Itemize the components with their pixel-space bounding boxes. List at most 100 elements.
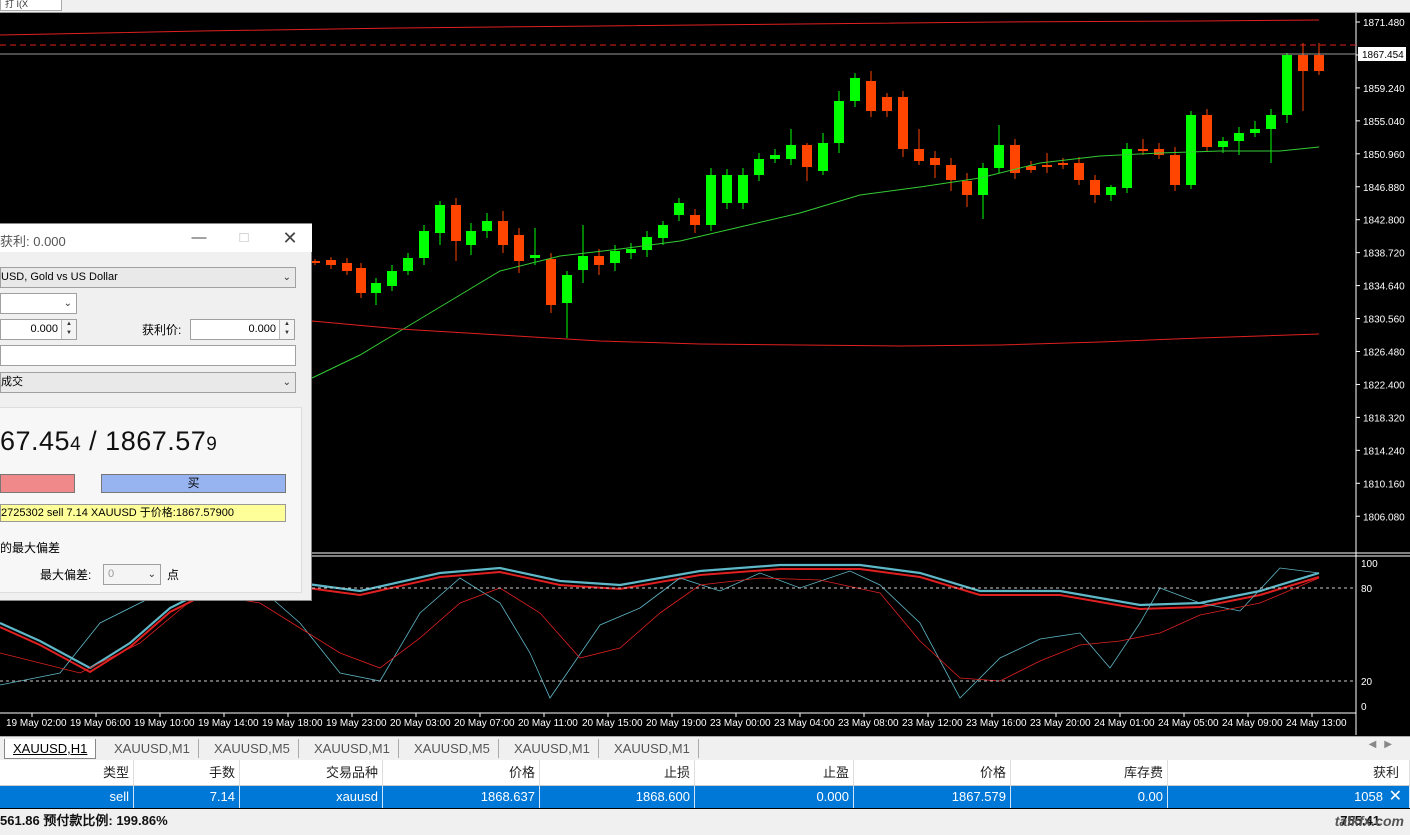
- type-select[interactable]: 成交 ⌄: [0, 372, 296, 393]
- candle-body: [419, 231, 429, 258]
- price-axis-label: 1806.080: [1363, 512, 1405, 523]
- time-axis-label: 19 May 02:00: [6, 718, 67, 729]
- dialog-titlebar: 获利: 0.000 — □ ✕: [0, 224, 312, 252]
- time-axis-label: 19 May 18:00: [262, 718, 323, 729]
- column-header[interactable]: 价格: [383, 760, 540, 785]
- candle-body: [326, 260, 336, 265]
- deviation-unit: 点: [167, 568, 180, 582]
- osc-axis-label: 0: [1361, 702, 1367, 713]
- price-axis-label: 1810.160: [1363, 479, 1405, 490]
- deviation-select[interactable]: 0 ⌄: [103, 564, 161, 585]
- table-cell: sell: [0, 786, 134, 808]
- time-axis-label: 23 May 08:00: [838, 718, 899, 729]
- top-tab-fragment[interactable]: 打 I(X: [0, 0, 62, 11]
- maximize-icon[interactable]: □: [233, 228, 255, 248]
- candle-body: [530, 255, 540, 258]
- takeprofit-spinner[interactable]: ▲ ▼: [279, 320, 294, 339]
- table-cell: 7.14: [134, 786, 240, 808]
- candle-body: [1202, 115, 1212, 147]
- candle-body: [562, 275, 572, 303]
- tab-chart[interactable]: XAUUSD,H1: [4, 739, 97, 759]
- candle-body: [882, 97, 892, 111]
- dialog-title: 获利: 0.000: [0, 234, 66, 249]
- stoploss-input[interactable]: 0.000 ▲ ▼: [0, 319, 77, 340]
- price-axis-label: 1822.400: [1363, 380, 1405, 391]
- price-axis-label: 1834.640: [1363, 282, 1405, 293]
- candle-body: [1282, 55, 1292, 115]
- tab-chart[interactable]: XAUUSD,M5: [406, 739, 499, 758]
- price-separator: /: [81, 426, 106, 456]
- column-header[interactable]: 获利: [1168, 760, 1410, 785]
- column-header[interactable]: 止损: [540, 760, 695, 785]
- takeprofit-input[interactable]: 0.000 ▲ ▼: [190, 319, 295, 340]
- candle-body: [1074, 163, 1084, 180]
- candle-body: [451, 205, 461, 241]
- candle-body: [578, 256, 588, 270]
- column-header[interactable]: 价格: [854, 760, 1011, 785]
- symbol-select[interactable]: USD, Gold vs US Dollar ⌄: [0, 267, 296, 288]
- column-header[interactable]: 手数: [134, 760, 240, 785]
- price-axis-label: 1859.240: [1363, 84, 1405, 95]
- stoploss-spinner[interactable]: ▲ ▼: [61, 320, 76, 339]
- candle-body: [1090, 180, 1100, 195]
- price-axis-label: 1830.560: [1363, 315, 1405, 326]
- table-row[interactable]: ✕ sell 7.14 xauusd 1868.637 1868.600 0.000 186…: [0, 786, 1410, 808]
- column-header[interactable]: 止盈: [695, 760, 854, 785]
- time-axis-label: 23 May 20:00: [1030, 718, 1091, 729]
- ask-price: 1867.57: [105, 426, 207, 456]
- time-axis-label: 20 May 11:00: [518, 718, 578, 729]
- time-axis-label: 23 May 04:00: [774, 718, 835, 729]
- time-axis-label: 24 May 05:00: [1158, 718, 1219, 729]
- tab-chart[interactable]: XAUUSD,M1: [106, 739, 199, 758]
- table-cell: 0.00: [1011, 786, 1168, 808]
- candle-body: [978, 168, 988, 195]
- time-axis-label: 24 May 13:00: [1286, 718, 1347, 729]
- time-axis-label: 24 May 01:00: [1094, 718, 1155, 729]
- candle-body: [754, 159, 764, 175]
- chevron-down-icon: ⌄: [282, 272, 291, 283]
- table-cell: 1868.637: [383, 786, 540, 808]
- buy-button[interactable]: 买: [101, 474, 286, 493]
- close-icon[interactable]: ✕: [279, 228, 301, 248]
- sell-button[interactable]: [0, 474, 75, 493]
- order-status-message: 2725302 sell 7.14 XAUUSD 于价格:1867.57900: [0, 504, 286, 522]
- column-header[interactable]: 库存费: [1011, 760, 1168, 785]
- time-axis-label: 23 May 16:00: [966, 718, 1027, 729]
- time-axis-label: 19 May 23:00: [326, 718, 387, 729]
- table-cell: 0.000: [695, 786, 854, 808]
- time-axis-label: 23 May 00:00: [710, 718, 771, 729]
- tab-chart[interactable]: XAUUSD,M1: [606, 739, 699, 758]
- candle-body: [994, 145, 1004, 168]
- price-axis-label: 1846.880: [1363, 183, 1405, 194]
- candle-body: [770, 155, 780, 159]
- column-header[interactable]: 类型: [0, 760, 134, 785]
- candle-body: [1314, 55, 1324, 71]
- tab-chart[interactable]: XAUUSD,M1: [506, 739, 599, 758]
- time-axis-label: 20 May 15:00: [582, 718, 643, 729]
- column-header[interactable]: 交易品种: [240, 760, 383, 785]
- candle-body: [658, 225, 668, 238]
- tab-scroll-arrows[interactable]: ◀▶: [1369, 739, 1400, 750]
- volume-select[interactable]: ⌄: [0, 293, 77, 314]
- candle-body: [914, 149, 924, 161]
- bid-ask-price: 67.454 / 1867.579: [0, 426, 217, 457]
- time-axis-label: 20 May 19:00: [646, 718, 707, 729]
- candle-body: [482, 221, 492, 231]
- candle-body: [1218, 141, 1228, 147]
- deviation-checkbox-label[interactable]: 的最大偏差: [0, 539, 60, 556]
- minimize-icon[interactable]: —: [188, 228, 210, 248]
- tab-chart[interactable]: XAUUSD,M1: [306, 739, 399, 758]
- candle-body: [690, 215, 700, 225]
- candle-body: [802, 145, 812, 167]
- tab-chart[interactable]: XAUUSD,M5: [206, 739, 299, 758]
- candle-body: [356, 268, 366, 293]
- symbol-value: USD, Gold vs US Dollar: [1, 271, 118, 283]
- candle-body: [1106, 187, 1116, 195]
- candle-body: [786, 145, 796, 159]
- type-value: 成交: [1, 376, 23, 388]
- chevron-down-icon: ⌄: [147, 569, 156, 580]
- candle-body: [546, 259, 556, 305]
- chevron-down-icon: ⌄: [63, 298, 72, 309]
- comment-input[interactable]: [0, 345, 296, 366]
- candle-body: [1042, 165, 1052, 167]
